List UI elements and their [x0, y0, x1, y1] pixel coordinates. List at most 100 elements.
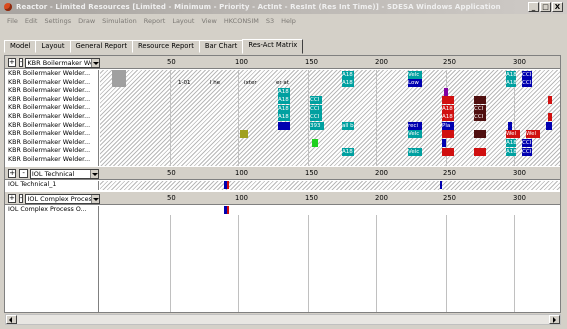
- activity-block[interactable]: Velc: [408, 71, 422, 79]
- maximize-button[interactable]: □: [540, 2, 551, 12]
- activity-block[interactable]: ixter: [244, 79, 258, 87]
- menu-s3[interactable]: S3: [266, 17, 274, 25]
- row-label[interactable]: KBR Boilermaker Welder...: [5, 70, 98, 79]
- activity-block[interactable]: Wel: [526, 130, 540, 138]
- activity-block[interactable]: A18: [278, 96, 290, 104]
- row-label[interactable]: KBR Boilermaker Welder...: [5, 113, 98, 122]
- activity-block[interactable]: Low: [408, 79, 422, 87]
- menu-help[interactable]: Help: [281, 17, 296, 25]
- activity-block[interactable]: CCI: [522, 148, 532, 156]
- activity-block[interactable]: [548, 113, 552, 121]
- activity-block[interactable]: [548, 96, 552, 104]
- activity-block[interactable]: A18: [278, 88, 290, 96]
- tab-model[interactable]: Model: [4, 40, 37, 53]
- row-label[interactable]: KBR Boilermaker Welder...: [5, 104, 98, 113]
- activity-block[interactable]: [444, 88, 448, 96]
- activity-block[interactable]: [474, 96, 486, 104]
- activity-block[interactable]: [546, 122, 552, 130]
- activity-block[interactable]: A18: [442, 105, 454, 113]
- scroll-left-button[interactable]: [6, 315, 17, 324]
- chevron-down-icon[interactable]: [91, 194, 100, 203]
- row-label[interactable]: KBR Boilermaker Welder...: [5, 87, 98, 96]
- activity-block[interactable]: A18: [278, 105, 290, 113]
- chevron-down-icon[interactable]: [91, 58, 100, 67]
- activity-block[interactable]: CCI: [474, 105, 486, 113]
- activity-block[interactable]: [227, 206, 229, 214]
- activity-block[interactable]: [442, 139, 446, 147]
- activity-block[interactable]: Wel: [506, 130, 520, 138]
- activity-block[interactable]: CCI: [310, 96, 322, 104]
- activity-block[interactable]: Velc: [408, 130, 422, 138]
- close-button[interactable]: X: [552, 2, 563, 12]
- activity-block[interactable]: A18: [342, 148, 354, 156]
- tab-general-report[interactable]: General Report: [69, 40, 134, 53]
- activity-block[interactable]: A18: [506, 71, 516, 79]
- activity-block[interactable]: CCI: [310, 105, 322, 113]
- menu-view[interactable]: View: [201, 17, 216, 25]
- row-label[interactable]: KBR Boilermaker Welder...: [5, 79, 98, 88]
- tab-resource-report[interactable]: Resource Report: [132, 40, 200, 53]
- expand-button[interactable]: +: [8, 194, 16, 203]
- menu-edit[interactable]: Edit: [25, 17, 38, 25]
- activity-block[interactable]: er at: [276, 79, 290, 87]
- scroll-right-button[interactable]: [549, 315, 560, 324]
- activity-block[interactable]: [240, 130, 248, 138]
- row-label[interactable]: KBR Boilermaker Welder...: [5, 122, 98, 131]
- resource-select-iol-technical[interactable]: IOL Technical: [29, 168, 99, 179]
- activity-block[interactable]: Pla: [442, 122, 454, 130]
- expand-button[interactable]: +: [8, 169, 17, 178]
- chevron-down-icon[interactable]: [90, 169, 98, 178]
- activity-block[interactable]: A18: [342, 71, 354, 79]
- activity-block[interactable]: A18: [278, 113, 290, 121]
- row-label[interactable]: KBR Boilermaker Welder...: [5, 156, 98, 165]
- menu-draw[interactable]: Draw: [78, 17, 95, 25]
- activity-block[interactable]: [442, 148, 454, 156]
- activity-block[interactable]: 393: [310, 122, 324, 130]
- activity-block[interactable]: Velc: [408, 148, 422, 156]
- activity-block[interactable]: A18: [442, 113, 454, 121]
- collapse-button[interactable]: -: [18, 194, 24, 203]
- tab-layout[interactable]: Layout: [35, 40, 71, 53]
- activity-block[interactable]: [112, 70, 126, 87]
- row-label[interactable]: KBR Boilermaker Welder...: [5, 147, 98, 156]
- activity-block[interactable]: A18: [506, 148, 516, 156]
- activity-block[interactable]: [442, 130, 454, 138]
- menu-hkconsim[interactable]: HKCONSIM: [224, 17, 259, 25]
- menu-simulation[interactable]: Simulation: [102, 17, 137, 25]
- activity-block[interactable]: [508, 122, 512, 130]
- menu-settings[interactable]: Settings: [44, 17, 71, 25]
- activity-block[interactable]: [474, 130, 486, 138]
- resource-select-kbr[interactable]: KBR Boilermaker Welder: [25, 57, 101, 68]
- row-label[interactable]: KBR Boilermaker Welder...: [5, 130, 98, 139]
- menu-layout[interactable]: Layout: [172, 17, 194, 25]
- minimize-button[interactable]: _: [528, 2, 539, 12]
- activity-block[interactable]: [442, 96, 454, 104]
- expand-button[interactable]: +: [8, 58, 16, 67]
- resource-select-iol-complex[interactable]: IOL Complex Process Op: [25, 193, 101, 204]
- activity-block[interactable]: CCI: [522, 71, 532, 79]
- activity-block[interactable]: reci: [408, 122, 422, 130]
- activity-block[interactable]: CCI: [310, 113, 322, 121]
- menu-file[interactable]: File: [7, 17, 18, 25]
- activity-block[interactable]: [278, 122, 290, 130]
- activity-block[interactable]: CCI: [522, 79, 532, 87]
- activity-block[interactable]: A18: [506, 139, 516, 147]
- menu-report[interactable]: Report: [144, 17, 166, 25]
- activity-block[interactable]: A18: [506, 79, 516, 87]
- tab-bar-chart[interactable]: Bar Chart: [198, 40, 244, 53]
- activity-block[interactable]: [474, 148, 486, 156]
- activity-block[interactable]: [227, 181, 229, 189]
- activity-block[interactable]: CCI: [522, 139, 532, 147]
- row-label[interactable]: IOL Technical_1: [5, 181, 98, 190]
- activity-block[interactable]: A18: [342, 79, 354, 87]
- activity-block[interactable]: [312, 139, 318, 147]
- activity-block[interactable]: l he: [210, 79, 224, 87]
- activity-block[interactable]: all b: [342, 122, 354, 130]
- row-label[interactable]: IOL Complex Process O...: [5, 206, 98, 215]
- collapse-button[interactable]: -: [19, 169, 28, 178]
- row-label[interactable]: KBR Boilermaker Welder...: [5, 96, 98, 105]
- activity-block[interactable]: [440, 181, 442, 189]
- tab-res-act-matrix[interactable]: Res-Act Matrix: [242, 39, 304, 54]
- activity-block[interactable]: 1-01: [178, 79, 192, 87]
- horizontal-scrollbar[interactable]: [5, 314, 561, 325]
